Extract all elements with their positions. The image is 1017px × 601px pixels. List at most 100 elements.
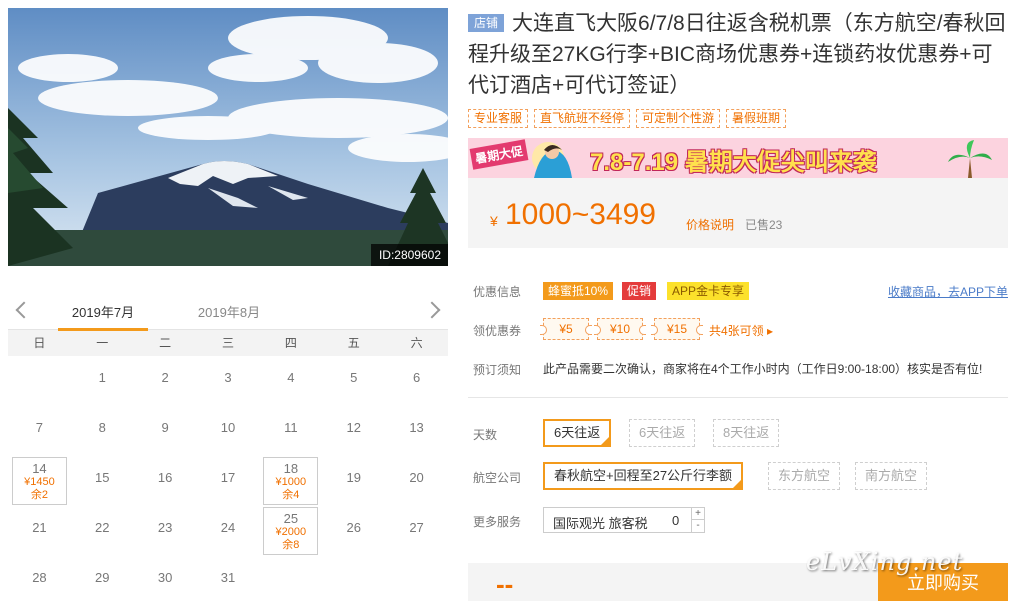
calendar-day[interactable]: 14 ¥1450 余2 (8, 456, 71, 506)
calendar-day: 31 (197, 556, 260, 601)
calendar-day[interactable]: 18 ¥1000 余4 (259, 456, 322, 506)
calendar-day: 8 (71, 406, 134, 456)
days-label: 天数 (473, 428, 498, 442)
coupon-label: 领优惠券 (473, 324, 522, 338)
calendar-day: 5 (322, 356, 385, 406)
calendar-day-number: 30 (157, 570, 173, 585)
calendar-day-number: 27 (409, 520, 424, 535)
calendar-day: 10 (197, 406, 260, 456)
more-services-label: 更多服务 (473, 515, 522, 529)
mountain-photo (8, 8, 448, 266)
calendar-day-number: 28 (32, 570, 47, 585)
product-title-text: 大连直飞大阪6/7/8日往返含税机票（东方航空/春秋回程升级至27KG行李+BI… (468, 12, 1006, 97)
calendar-month-tab-august[interactable]: 2019年8月 (184, 302, 274, 321)
airline-option[interactable]: 东方航空 (768, 462, 841, 490)
price-range: 1000~3499 (505, 198, 656, 231)
calendar-day-number (322, 556, 385, 570)
coupon-15[interactable]: ¥15 (651, 318, 703, 340)
calendar-day-number: 8 (98, 420, 106, 435)
days-option-selected[interactable]: 6天往返 (543, 419, 612, 447)
calendar-day-number (385, 556, 448, 570)
calendar-day-price: ¥1450 (24, 476, 55, 488)
section-divider (468, 397, 1008, 398)
calendar-day: 23 (134, 506, 197, 556)
days-option[interactable]: 8天往返 (713, 419, 780, 447)
product-tag: 可定制个性游 (636, 109, 721, 128)
airline-option-selected[interactable]: 春秋航空+回程至27公斤行李额 (543, 462, 744, 490)
calendar-weekday-row: 日 一 二 三 四 五 六 (8, 330, 448, 356)
calendar-day-price: ¥2000 (275, 526, 307, 538)
calendar-day-number: 13 (409, 420, 424, 435)
calendar-day-number: 9 (161, 420, 169, 435)
booking-notice-label: 预订须知 (473, 363, 522, 377)
price-panel: ¥ 1000~3499 价格说明 已售23 (468, 178, 1008, 248)
service-quantity[interactable]: 0 (672, 513, 679, 528)
calendar-day-number: 15 (95, 470, 110, 485)
chevron-right-icon[interactable] (426, 300, 442, 320)
calendar-day-number: 23 (157, 520, 173, 535)
increment-button[interactable]: + (692, 508, 704, 520)
site-watermark: eLvXing.net (806, 548, 964, 576)
sold-count: 已售23 (745, 218, 783, 232)
banner-headline: 7.8-7.19 暑期大促尖叫来袭 (590, 149, 877, 176)
decrement-button[interactable]: - (692, 520, 704, 532)
days-option[interactable]: 6天往返 (629, 419, 696, 447)
calendar-day: 13 (385, 406, 448, 456)
calendar-day: 16 (134, 456, 197, 506)
service-name: 国际观光 旅客税 (553, 516, 648, 531)
airline-option[interactable]: 南方航空 (855, 462, 928, 490)
service-quantity-stepper: 国际观光 旅客税 0 + - (543, 507, 705, 533)
calendar-day-number: 3 (224, 370, 232, 385)
coupon-10[interactable]: ¥10 (594, 318, 646, 340)
calendar-month-tab-july[interactable]: 2019年7月 (58, 302, 148, 331)
calendar-day-number: 16 (157, 470, 173, 485)
calendar-day-number: 4 (287, 370, 295, 385)
calendar-day-number: 19 (346, 470, 361, 485)
weekday-label: 六 (410, 336, 423, 350)
calendar-day: 2 (134, 356, 197, 406)
calendar-day-number (259, 556, 322, 570)
calendar-day-number: 2 (161, 370, 169, 385)
calendar-day-number: 1 (98, 370, 106, 385)
calendar-day: 28 (8, 556, 71, 601)
weekday-label: 一 (96, 336, 109, 350)
image-id-label: ID:2809602 (370, 244, 448, 266)
calendar-day: 4 (259, 356, 322, 406)
summer-sale-banner[interactable]: 暑期大促 7.8-7.19 暑期大促尖叫来袭 (468, 138, 1008, 178)
calendar-grid: 1 2 3 4 5 6 7 8 9 10 11 12 13 14 ¥1450 余2 15 16 17 18 ¥1000 余… (8, 356, 448, 601)
calendar-day: 26 (322, 506, 385, 556)
calendar-day-number: 20 (409, 470, 424, 485)
calendar-day-stock: 余8 (282, 539, 300, 551)
calendar-day-number: 31 (220, 570, 236, 585)
product-tag: 专业客服 (468, 109, 529, 128)
calendar-day: 12 (322, 406, 385, 456)
weekday-label: 日 (33, 336, 46, 350)
promo-chip-honey: 蜂蜜抵10% (543, 282, 614, 300)
calendar-day: 19 (322, 456, 385, 506)
calendar-empty-cell (8, 356, 71, 406)
calendar-day-number (8, 356, 71, 370)
more-coupons-link[interactable]: 共4张可领 ▸ (709, 322, 773, 339)
total-price-placeholder: -- (496, 569, 514, 599)
calendar-day: 20 (385, 456, 448, 506)
calendar-day: 30 (134, 556, 197, 601)
calendar-day: 21 (8, 506, 71, 556)
weekday-label: 二 (159, 336, 172, 350)
favorite-app-link[interactable]: 收藏商品，去APP下单 (888, 283, 1008, 300)
calendar-day-stock: 余4 (282, 489, 300, 501)
calendar-day-number: 29 (95, 570, 110, 585)
promo-chip-sale: 促销 (622, 282, 657, 300)
calendar-day: 22 (71, 506, 134, 556)
product-tag: 直飞航班不经停 (534, 109, 631, 128)
calendar-day-number: 11 (284, 420, 298, 435)
product-title: 店铺 大连直飞大阪6/7/8日往返含税机票（东方航空/春秋回程升级至27KG行李+… (468, 8, 1013, 101)
calendar-day[interactable]: 25 ¥2000 余8 (259, 506, 322, 556)
coupon-5[interactable]: ¥5 (540, 318, 592, 340)
calendar-day: 11 (259, 406, 322, 456)
chevron-left-icon[interactable] (14, 300, 30, 320)
calendar-day-number: 17 (220, 470, 236, 485)
calendar-day: 17 (197, 456, 260, 506)
shop-badge[interactable]: 店铺 (468, 14, 505, 32)
stepper-buttons: + - (691, 508, 704, 532)
price-explanation-link[interactable]: 价格说明 (686, 216, 734, 233)
